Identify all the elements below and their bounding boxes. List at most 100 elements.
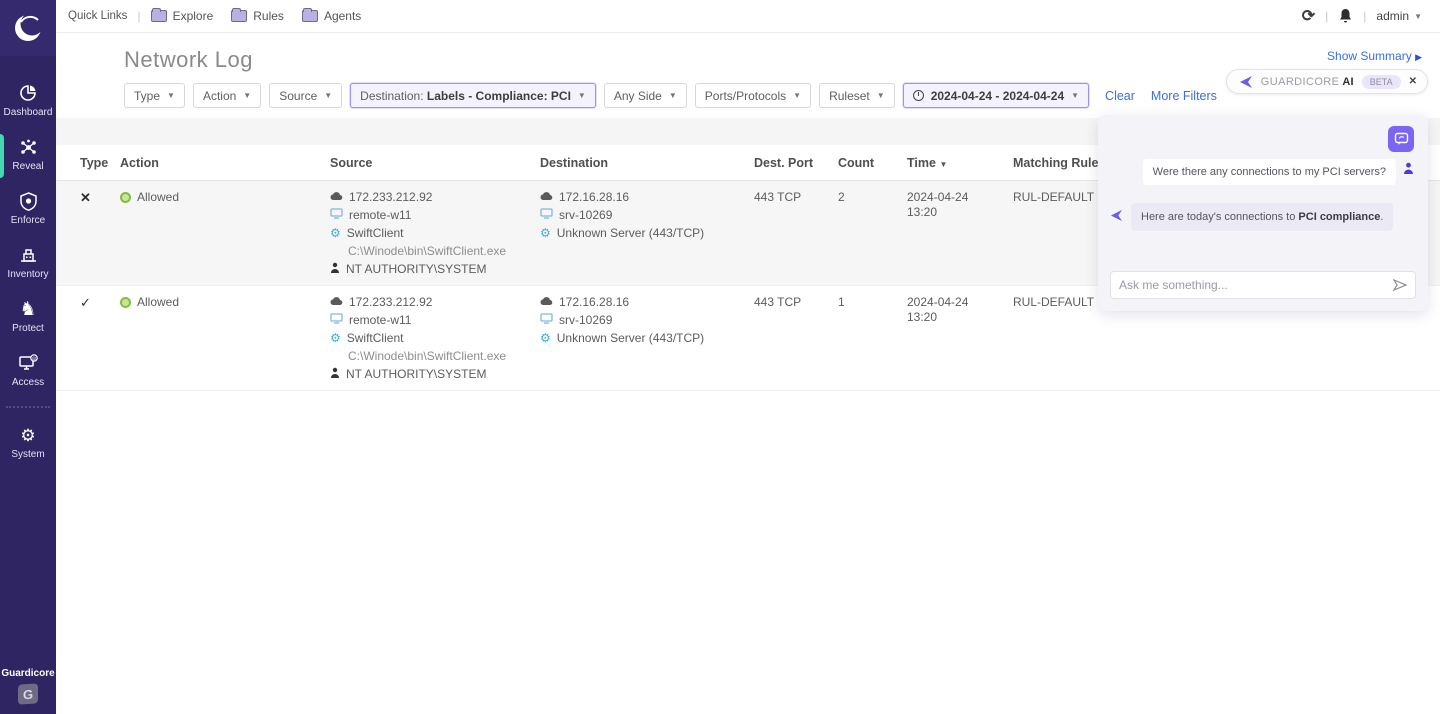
pie-chart-icon	[19, 83, 37, 103]
top-navigation-bar: Quick Links | Explore Rules Agents ⟳ | |…	[56, 0, 1440, 33]
sidebar-item-system[interactable]: ⚙ System	[0, 416, 56, 470]
source-path: C:\Winode\bin\SwiftClient.exe	[348, 244, 506, 258]
brand-name: Guardicore	[1, 668, 54, 679]
send-icon[interactable]	[1393, 279, 1407, 291]
clear-filters-button[interactable]: Clear	[1105, 89, 1135, 103]
cloud-icon	[540, 295, 553, 309]
process-gear-icon: ⚙	[330, 332, 341, 344]
cloud-icon	[330, 295, 343, 309]
col-time[interactable]: Time ▼	[907, 145, 1013, 180]
user-message-bubble: Were there any connections to my PCI ser…	[1143, 159, 1396, 185]
allowed-status-icon	[120, 192, 131, 203]
source-cell: 172.233.212.92 remote-w11 ⚙SwiftClient C…	[330, 295, 540, 381]
cloud-icon	[330, 190, 343, 204]
dest-process: Unknown Server (443/TCP)	[557, 331, 704, 345]
dest-ip: 172.16.28.16	[559, 190, 629, 204]
nav-link-rules[interactable]: Rules	[231, 9, 284, 23]
sidebar-item-label: Reveal	[12, 161, 43, 172]
filter-destination[interactable]: Destination: Labels - Compliance: PCI ▼	[350, 83, 596, 108]
bot-message-row: Here are today's connections to PCI comp…	[1110, 203, 1416, 231]
new-chat-button[interactable]	[1388, 126, 1414, 152]
time-cell: 2024-04-2413:20	[907, 190, 1013, 220]
filter-date-range[interactable]: 2024-04-24 - 2024-04-24 ▼	[903, 83, 1089, 108]
process-gear-icon: ⚙	[330, 227, 341, 239]
time-cell: 2024-04-2413:20	[907, 295, 1013, 325]
sidebar-item-label: Protect	[12, 323, 44, 334]
divider: |	[1325, 9, 1328, 23]
allowed-status-icon	[120, 297, 131, 308]
gear-icon: ⚙	[20, 425, 35, 445]
sidebar-item-label: Dashboard	[4, 107, 53, 118]
filter-label: Ports/Protocols	[705, 89, 786, 103]
nav-link-agents[interactable]: Agents	[302, 9, 361, 23]
folder-icon	[151, 10, 167, 22]
sort-desc-icon: ▼	[939, 160, 947, 169]
blocked-x-icon: ✕	[80, 190, 91, 205]
check-icon: ✓	[80, 295, 91, 310]
source-host: remote-w11	[349, 208, 411, 222]
chevron-down-icon: ▼	[1071, 91, 1079, 100]
chat-refresh-icon	[1394, 132, 1409, 146]
col-source[interactable]: Source	[330, 145, 540, 180]
col-count[interactable]: Count	[838, 145, 907, 180]
sidebar-item-dashboard[interactable]: Dashboard	[0, 74, 56, 128]
more-filters-button[interactable]: More Filters	[1151, 89, 1217, 103]
source-user: NT AUTHORITY\SYSTEM	[346, 262, 486, 276]
sidebar-item-enforce[interactable]: Enforce	[0, 182, 56, 236]
chevron-down-icon: ▼	[669, 91, 677, 100]
ai-bot-icon	[1110, 209, 1123, 227]
user-message-row: Were there any connections to my PCI ser…	[1110, 159, 1416, 185]
folder-icon	[302, 10, 318, 22]
filter-any-side[interactable]: Any Side ▼	[604, 83, 687, 108]
sidebar-item-protect[interactable]: ♞ Protect	[0, 290, 56, 344]
beta-badge: BETA	[1362, 75, 1401, 89]
sidebar-divider	[6, 406, 50, 408]
filter-label: Action	[203, 89, 236, 103]
sidebar: Dashboard Reveal Enforce Inventory ♞ Pro…	[0, 0, 56, 714]
divider: |	[137, 9, 140, 23]
chevron-down-icon: ▼	[243, 91, 251, 100]
ai-chat-input[interactable]	[1119, 278, 1393, 292]
process-gear-icon: ⚙	[540, 332, 551, 344]
filter-source[interactable]: Source ▼	[269, 83, 342, 108]
sidebar-item-reveal[interactable]: Reveal	[0, 128, 56, 182]
user-icon	[330, 262, 340, 276]
chevron-down-icon: ▼	[1414, 12, 1422, 21]
monitor-icon	[330, 208, 343, 222]
bot-message-bubble: Here are today's connections to PCI comp…	[1131, 203, 1393, 231]
guardicore-logo[interactable]	[0, 0, 56, 56]
notifications-bell-icon[interactable]	[1338, 8, 1353, 24]
filter-ports-protocols[interactable]: Ports/Protocols ▼	[695, 83, 811, 108]
ai-brand-label: GUARDICOREAI	[1261, 76, 1354, 88]
dest-port: 443 TCP	[754, 295, 838, 309]
dest-host: srv-10269	[559, 208, 612, 222]
nav-link-explore[interactable]: Explore	[151, 9, 214, 23]
nav-link-label: Rules	[253, 9, 284, 23]
clock-icon	[913, 90, 924, 101]
user-icon	[330, 367, 340, 381]
filter-action[interactable]: Action ▼	[193, 83, 261, 108]
user-menu[interactable]: admin ▼	[1376, 9, 1422, 23]
refresh-icon[interactable]: ⟳	[1302, 6, 1315, 26]
col-type[interactable]: Type	[80, 145, 120, 180]
filter-type[interactable]: Type ▼	[124, 83, 185, 108]
guardicore-ai-toggle[interactable]: GUARDICOREAI BETA ✕	[1226, 69, 1428, 94]
source-cell: 172.233.212.92 remote-w11 ⚙SwiftClient C…	[330, 190, 540, 276]
chevron-down-icon: ▼	[167, 91, 175, 100]
filter-ruleset[interactable]: Ruleset ▼	[819, 83, 895, 108]
sidebar-item-label: Access	[12, 377, 44, 388]
show-summary-link[interactable]: Show Summary ▶	[1327, 49, 1422, 63]
sidebar-item-access[interactable]: @ Access	[0, 344, 56, 398]
show-summary-label: Show Summary	[1327, 49, 1412, 63]
close-icon[interactable]: ✕	[1409, 76, 1417, 87]
col-dest-port[interactable]: Dest. Port	[754, 145, 838, 180]
col-action[interactable]: Action	[120, 145, 330, 180]
chevron-down-icon: ▼	[578, 91, 586, 100]
destination-cell: 172.16.28.16 srv-10269 ⚙Unknown Server (…	[540, 295, 754, 345]
sidebar-item-inventory[interactable]: Inventory	[0, 236, 56, 290]
monitor-icon	[540, 208, 553, 222]
arrow-right-icon: ▶	[1415, 52, 1422, 62]
col-destination[interactable]: Destination	[540, 145, 754, 180]
destination-cell: 172.16.28.16 srv-10269 ⚙Unknown Server (…	[540, 190, 754, 240]
divider: |	[1363, 9, 1366, 23]
